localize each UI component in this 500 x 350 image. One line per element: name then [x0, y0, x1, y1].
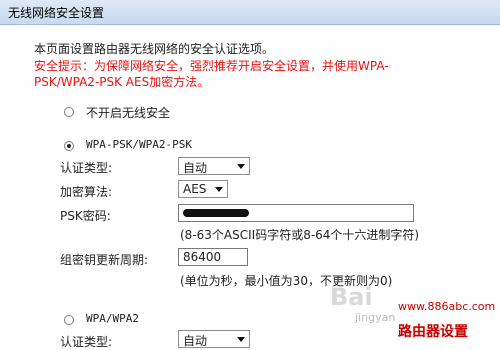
security-warning-line1: 安全提示：为保障网络安全，强烈推荐开启安全设置，并使用WPA- — [34, 59, 389, 73]
encryption-value: AES — [183, 182, 207, 196]
site-url-watermark: www.886abc.com — [398, 300, 496, 313]
wpa-radio[interactable] — [64, 315, 74, 325]
chevron-down-icon — [237, 337, 245, 342]
baidu-watermark: Bai — [330, 283, 373, 311]
psk-password-label: PSK密码: — [60, 209, 111, 223]
encryption-label: 加密算法: — [60, 185, 113, 199]
intro-text: 本页面设置路由器无线网络的安全认证选项。 — [34, 42, 275, 56]
chevron-down-icon — [237, 164, 245, 169]
chevron-down-icon — [215, 187, 223, 192]
security-warning-line2: PSK/WPA2-PSK AES加密方法。 — [34, 75, 210, 89]
auth-type-label: 认证类型: — [60, 161, 113, 175]
psk-password-hint: (8-63个ASCII码字符或8-64个十六进制字符) — [180, 228, 420, 242]
psk-password-field[interactable] — [178, 204, 414, 222]
window-title: 无线网络安全设置 — [8, 6, 105, 20]
wpa-auth-type-select[interactable]: 自动 — [178, 330, 250, 348]
wpa-psk-label: WPA-PSK/WPA2-PSK — [86, 138, 192, 151]
encryption-select[interactable]: AES — [178, 180, 228, 198]
rekey-period-label: 组密钥更新周期: — [60, 253, 149, 267]
auth-type-value: 自动 — [183, 161, 208, 175]
wpa-auth-type-value: 自动 — [183, 334, 208, 348]
rekey-period-value: 86400 — [183, 250, 222, 264]
site-name-watermark: 路由器设置 — [398, 324, 468, 340]
window-titlebar: 无线网络安全设置 — [0, 0, 500, 25]
wpa-psk-radio[interactable] — [64, 141, 74, 151]
auth-type-select[interactable]: 自动 — [178, 157, 250, 175]
jingyan-watermark: jingyan — [355, 311, 396, 324]
password-mask — [183, 209, 249, 217]
wpa-auth-type-label: 认证类型: — [60, 335, 113, 349]
disable-security-label: 不开启无线安全 — [86, 106, 171, 120]
disable-security-radio[interactable] — [64, 107, 74, 117]
rekey-period-field[interactable]: 86400 — [178, 248, 248, 266]
wpa-label: WPA/WPA2 — [86, 312, 139, 325]
